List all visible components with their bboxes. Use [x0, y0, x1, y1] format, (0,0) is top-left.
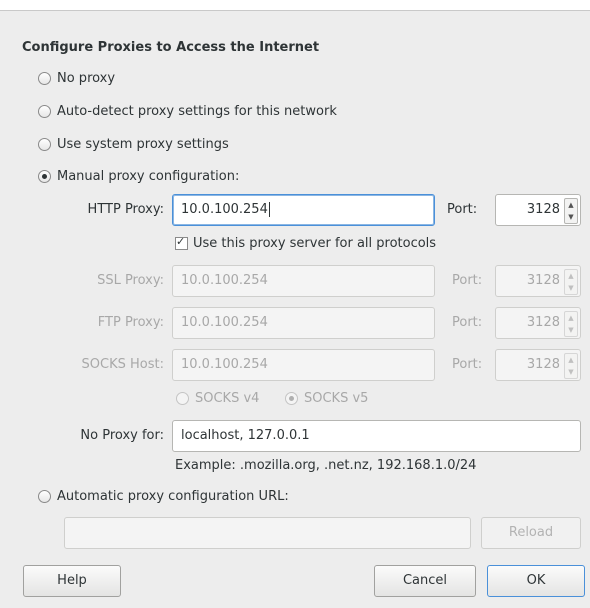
radio-no-proxy-label: No proxy: [57, 70, 116, 86]
radio-indicator[interactable]: [38, 489, 51, 503]
ftp-port-label: Port:: [452, 315, 483, 330]
no-proxy-for-input[interactable]: localhost, 127.0.0.1: [172, 420, 581, 452]
http-port-value: 3128: [526, 202, 560, 217]
ftp-port-value: 3128: [526, 315, 560, 330]
radio-auto-url-label: Automatic proxy configuration URL:: [57, 488, 289, 504]
radio-no-proxy[interactable]: No proxy: [38, 68, 115, 88]
window-top-edge: [0, 0, 590, 11]
socks-host-label: SOCKS Host:: [81, 357, 164, 372]
http-proxy-input[interactable]: 10.0.100.254: [172, 194, 435, 226]
ssl-proxy-label: SSL Proxy:: [97, 273, 164, 288]
socks-v5-label: SOCKS v5: [304, 390, 369, 406]
ftp-proxy-label: FTP Proxy:: [97, 315, 164, 330]
same-proxy-checkbox[interactable]: Use this proxy server for all protocols: [175, 235, 437, 251]
chevron-down-icon[interactable]: ▼: [565, 211, 577, 223]
spin-arrows[interactable]: ▲ ▼: [564, 198, 578, 224]
ssl-port-spinner[interactable]: 3128 ▲ ▼: [495, 265, 581, 297]
radio-system-proxy[interactable]: Use system proxy settings: [38, 134, 229, 154]
chevron-up-icon[interactable]: ▲: [565, 312, 577, 324]
socks-port-label: Port:: [452, 357, 483, 372]
no-proxy-for-label: No Proxy for:: [80, 428, 164, 443]
no-proxy-example: Example: .mozilla.org, .net.nz, 192.168.…: [175, 458, 477, 473]
radio-indicator-selected[interactable]: [38, 169, 51, 183]
socks-host-input[interactable]: 10.0.100.254: [172, 349, 435, 381]
radio-auto-detect-label: Auto-detect proxy settings for this netw…: [57, 103, 337, 119]
chevron-up-icon[interactable]: ▲: [565, 354, 577, 366]
cancel-button[interactable]: Cancel: [374, 565, 476, 597]
ssl-proxy-value: 10.0.100.254: [181, 273, 268, 288]
ssl-proxy-input[interactable]: 10.0.100.254: [172, 265, 435, 297]
ssl-port-value: 3128: [526, 273, 560, 288]
radio-auto-detect[interactable]: Auto-detect proxy settings for this netw…: [38, 101, 337, 121]
help-button[interactable]: Help: [23, 565, 121, 597]
radio-auto-proxy-url[interactable]: Automatic proxy configuration URL:: [38, 486, 289, 506]
radio-socks-v5[interactable]: SOCKS v5: [285, 388, 368, 408]
socks-port-spinner[interactable]: 3128 ▲ ▼: [495, 349, 581, 381]
socks-v4-label: SOCKS v4: [195, 390, 260, 406]
radio-indicator[interactable]: [38, 104, 51, 118]
ssl-port-label: Port:: [452, 273, 483, 288]
spin-arrows[interactable]: ▲ ▼: [564, 311, 578, 337]
radio-indicator-selected[interactable]: [285, 391, 298, 405]
no-proxy-for-value: localhost, 127.0.0.1: [181, 428, 310, 443]
radio-manual-proxy[interactable]: Manual proxy configuration:: [38, 166, 239, 186]
chevron-down-icon[interactable]: ▼: [565, 282, 577, 294]
http-port-label: Port:: [447, 202, 478, 217]
checkbox-checked-icon[interactable]: [175, 235, 188, 250]
ftp-port-spinner[interactable]: 3128 ▲ ▼: [495, 307, 581, 339]
same-proxy-label: Use this proxy server for all protocols: [193, 236, 437, 251]
ftp-proxy-input[interactable]: 10.0.100.254: [172, 307, 435, 339]
auto-proxy-url-input[interactable]: [64, 517, 471, 549]
radio-indicator[interactable]: [38, 71, 51, 85]
text-caret: [268, 202, 270, 217]
radio-manual-label: Manual proxy configuration:: [57, 168, 240, 184]
dialog-heading: Configure Proxies to Access the Internet: [22, 40, 320, 55]
radio-indicator[interactable]: [38, 137, 51, 151]
http-proxy-value: 10.0.100.254: [181, 202, 268, 217]
radio-indicator[interactable]: [176, 391, 189, 405]
socks-host-value: 10.0.100.254: [181, 357, 268, 372]
spin-arrows[interactable]: ▲ ▼: [564, 353, 578, 379]
socks-port-value: 3128: [526, 357, 560, 372]
radio-system-label: Use system proxy settings: [57, 136, 229, 152]
ftp-proxy-value: 10.0.100.254: [181, 315, 268, 330]
reload-button[interactable]: Reload: [481, 517, 581, 549]
ok-button[interactable]: OK: [487, 565, 585, 597]
chevron-up-icon[interactable]: ▲: [565, 199, 577, 211]
http-port-spinner[interactable]: 3128 ▲ ▼: [495, 194, 581, 226]
chevron-down-icon[interactable]: ▼: [565, 366, 577, 378]
radio-socks-v4[interactable]: SOCKS v4: [176, 388, 259, 408]
http-proxy-label: HTTP Proxy:: [87, 202, 164, 217]
chevron-up-icon[interactable]: ▲: [565, 270, 577, 282]
chevron-down-icon[interactable]: ▼: [565, 324, 577, 336]
spin-arrows[interactable]: ▲ ▼: [564, 269, 578, 295]
